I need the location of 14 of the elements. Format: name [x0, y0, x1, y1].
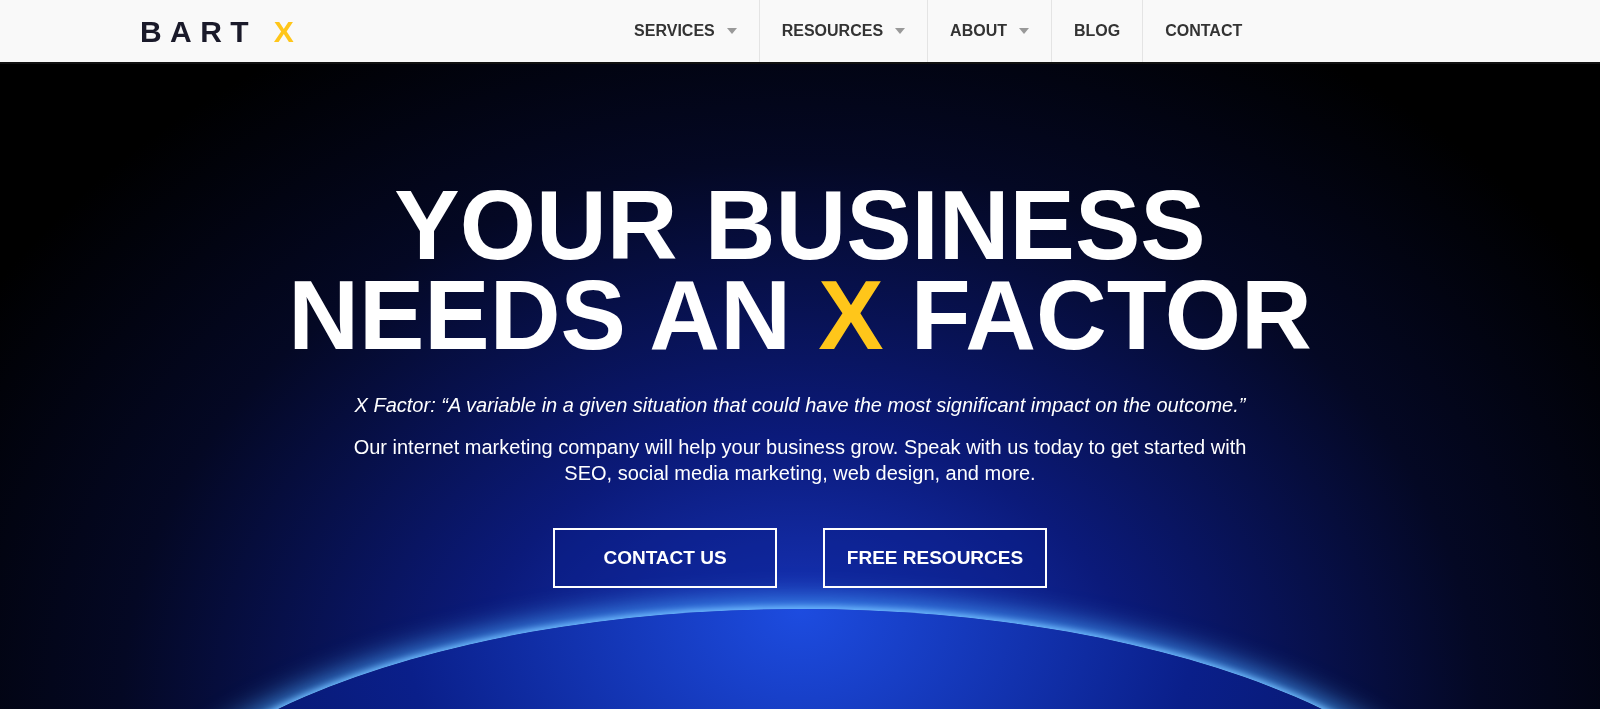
caret-icon [726, 28, 737, 34]
nav-link[interactable]: CONTACT [1142, 0, 1265, 62]
cta-button[interactable]: FREE RESOURCES [823, 528, 1047, 588]
hero-quote: X Factor: “A variable in a given situation that could have the most significant impact on the outcome.” [354, 393, 1246, 418]
hero-description: Our internet marketing company will help your business grow. Speak with us today to get started with SEO, social media marketing, web design, and more. [352, 435, 1248, 486]
cta-button[interactable]: CONTACT US [553, 528, 777, 588]
caret-icon [895, 28, 906, 34]
logo[interactable]: BART X [140, 8, 303, 54]
nav-link[interactable]: SERVICES [612, 0, 759, 62]
caret-icon [1018, 28, 1029, 34]
nav-link[interactable]: ABOUT [927, 0, 1051, 62]
hero-headline: YOUR BUSINESS NEEDS AN X FACTOR [288, 180, 1312, 360]
nav-link[interactable]: RESOURCES [758, 0, 928, 62]
nav-link[interactable]: BLOG [1050, 0, 1143, 62]
